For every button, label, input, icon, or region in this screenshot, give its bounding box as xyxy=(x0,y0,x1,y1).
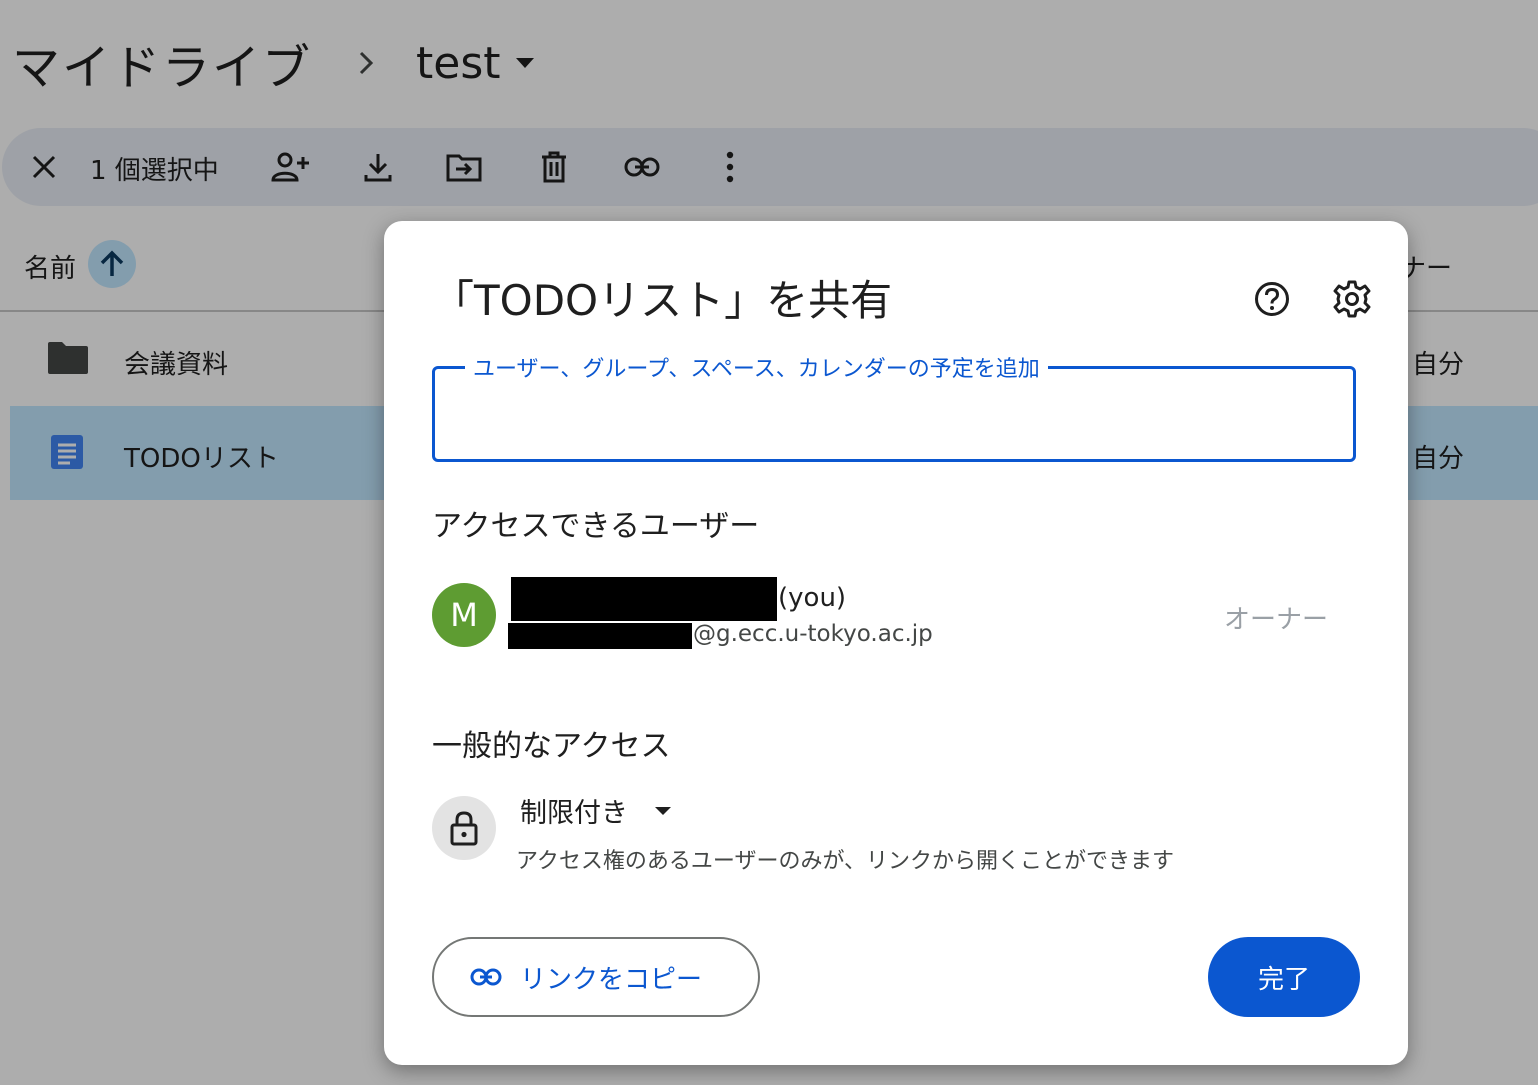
share-dialog: 「TODOリスト」を共有 ユーザー、グループ、スペース、カレンダーの予定を追加 … xyxy=(384,221,1408,1065)
lock-icon xyxy=(449,810,479,846)
add-people-field[interactable]: ユーザー、グループ、スペース、カレンダーの予定を追加 xyxy=(432,351,1356,462)
general-access-description: アクセス権のあるユーザーのみが、リンクから開くことができます xyxy=(516,849,1175,874)
dropdown-arrow-icon xyxy=(654,806,672,816)
add-people-label: ユーザー、グループ、スペース、カレンダーの予定を追加 xyxy=(465,351,1048,383)
general-access-title: 一般的なアクセス xyxy=(432,729,671,764)
done-button[interactable]: 完了 xyxy=(1208,937,1360,1017)
gear-icon xyxy=(1333,280,1371,318)
help-button[interactable] xyxy=(1250,277,1294,321)
user-role: オーナー xyxy=(1224,605,1329,635)
copy-link-label: リンクをコピー xyxy=(520,964,703,995)
user-email-domain: @g.ecc.u-tokyo.ac.jp xyxy=(693,621,933,647)
link-icon xyxy=(470,968,502,986)
you-suffix: (you) xyxy=(778,583,847,613)
redacted-email-local xyxy=(508,623,692,649)
avatar: M xyxy=(432,583,496,647)
general-access-selected: 制限付き xyxy=(520,798,628,829)
copy-link-button[interactable]: リンクをコピー xyxy=(432,937,760,1017)
access-section-title: アクセスできるユーザー xyxy=(432,509,760,544)
general-access-dropdown[interactable]: 制限付き xyxy=(520,791,672,830)
settings-button[interactable] xyxy=(1330,277,1374,321)
help-icon xyxy=(1254,281,1290,317)
add-people-input[interactable] xyxy=(455,393,1339,435)
redacted-user-name xyxy=(511,577,777,621)
dialog-title: 「TODOリスト」を共有 xyxy=(432,276,893,325)
general-access-icon-circle xyxy=(432,796,496,860)
